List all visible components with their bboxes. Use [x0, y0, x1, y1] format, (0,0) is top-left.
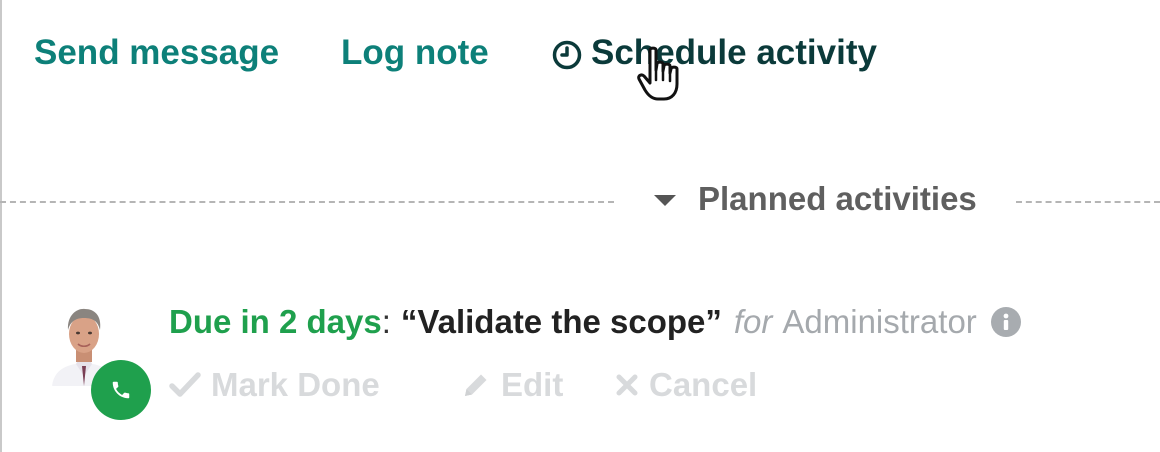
check-icon	[169, 372, 201, 397]
mark-done-button[interactable]: Mark Done	[169, 366, 380, 404]
close-icon	[616, 374, 638, 396]
caret-down-icon	[654, 194, 676, 206]
schedule-activity-button[interactable]: Schedule activity	[552, 32, 877, 74]
divider-line-left	[0, 201, 614, 203]
cancel-label: Cancel	[649, 366, 758, 403]
pencil-icon	[465, 374, 487, 396]
planned-activities-toggle[interactable]: Planned activities	[654, 180, 977, 218]
activity-separator: :	[381, 303, 391, 340]
phone-icon	[112, 381, 130, 399]
activity-type-badge	[91, 360, 151, 420]
divider-line-right	[1016, 201, 1160, 203]
hand-pointer-cursor-icon	[637, 46, 679, 101]
log-note-button[interactable]: Log note	[341, 32, 489, 74]
info-icon[interactable]	[990, 307, 1021, 337]
edit-label: Edit	[501, 366, 564, 403]
mark-done-label: Mark Done	[211, 366, 380, 403]
chatter-topbar: Send message Log note Schedule activity	[0, 0, 1160, 110]
activity-due-label: Due in 2 days	[169, 303, 382, 340]
schedule-activity-label: Schedule activity	[591, 33, 877, 72]
clock-icon	[552, 38, 582, 70]
activity-summary-line: Due in 2 days : “Validate the scope” for…	[169, 301, 1021, 343]
planned-activities-title: Planned activities	[698, 180, 977, 217]
activity-assignee: Administrator	[782, 303, 977, 340]
activity-summary: “Validate the scope”	[400, 303, 722, 340]
cancel-button[interactable]: Cancel	[615, 366, 757, 404]
edit-button[interactable]: Edit	[461, 366, 563, 404]
send-message-button[interactable]: Send message	[34, 32, 279, 74]
activity-for-label: for	[733, 303, 773, 340]
